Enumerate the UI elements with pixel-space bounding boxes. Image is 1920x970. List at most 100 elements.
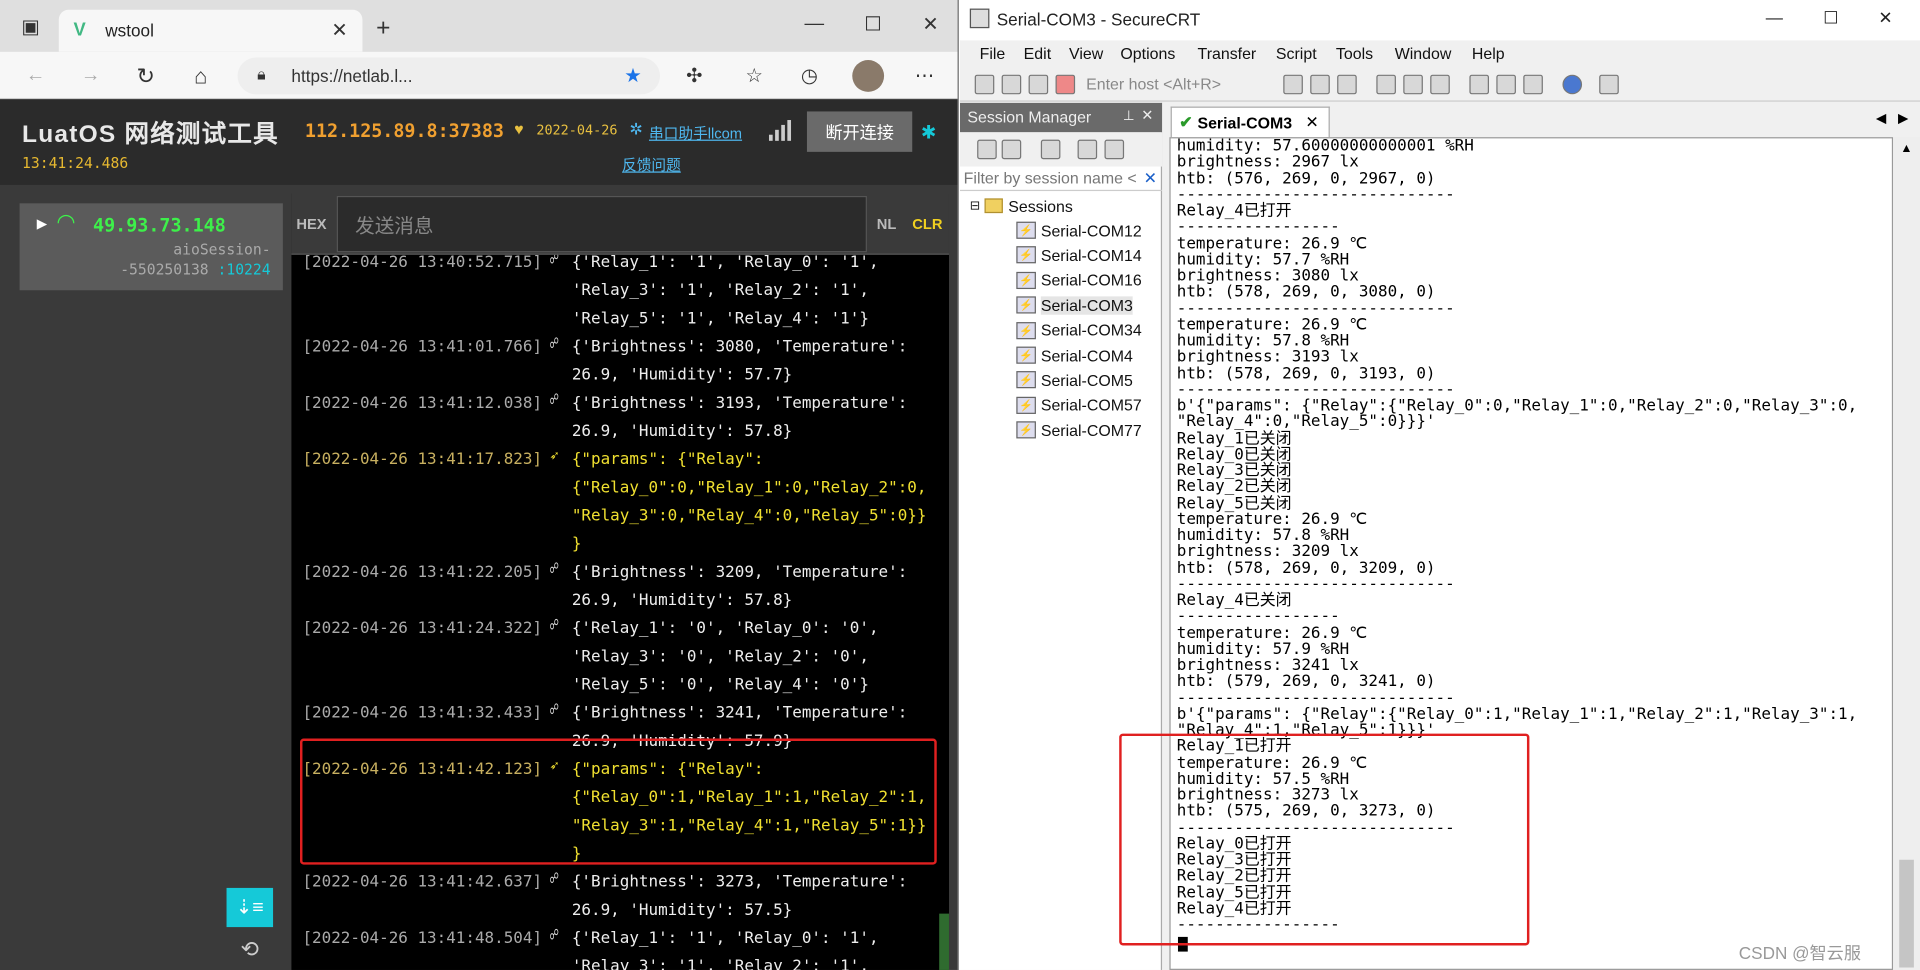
minimize-icon[interactable]: — xyxy=(802,12,826,36)
feedback-link[interactable]: 反馈问题 xyxy=(622,154,681,175)
help-icon[interactable] xyxy=(1562,74,1583,95)
tab-close-icon[interactable]: ✕ xyxy=(331,18,347,42)
menu-window[interactable]: Window xyxy=(1395,44,1452,62)
print-setup-icon[interactable] xyxy=(1430,74,1450,95)
maximize-icon[interactable]: ☐ xyxy=(861,12,885,36)
repeat-button[interactable]: ⟲ xyxy=(227,931,274,968)
tab-actions-icon[interactable]: ▣ xyxy=(17,15,44,39)
serial-session-icon: ⚡ xyxy=(1016,296,1036,314)
menu-tools[interactable]: Tools xyxy=(1336,44,1373,62)
auto-scroll-button[interactable]: ⇣≡ xyxy=(226,887,274,928)
url-text: https://netlab.l... xyxy=(291,66,413,86)
menu-help[interactable]: Help xyxy=(1472,44,1505,62)
session-item[interactable]: ⚡ Serial-COM16 xyxy=(1016,268,1142,292)
script-icon[interactable] xyxy=(1599,74,1619,95)
menu-view[interactable]: View xyxy=(1069,44,1103,62)
menu-file[interactable]: File xyxy=(980,44,1006,62)
check-icon: ✔ xyxy=(1179,112,1193,132)
refresh-icon[interactable]: ↻ xyxy=(132,62,159,89)
new-tab-icon[interactable]: + xyxy=(370,14,397,42)
forward-icon[interactable]: → xyxy=(77,62,104,89)
session-item[interactable]: ⚡ Serial-COM12 xyxy=(1016,218,1142,242)
tab-scroll-right-icon[interactable]: ▶ xyxy=(1898,110,1908,126)
sm-copy-icon[interactable] xyxy=(1104,139,1125,160)
serial-session-icon: ⚡ xyxy=(1016,271,1036,289)
sm-close-icon[interactable]: ✕ xyxy=(1141,107,1153,124)
session-item[interactable]: ⚡ Serial-COM5 xyxy=(1016,368,1133,392)
terminal-tab-bar: ✔ Serial-COM3 ✕ ◀ ▶ xyxy=(1165,102,1920,138)
highlight-box-relay-output xyxy=(1119,733,1530,946)
send-message-input[interactable]: 发送消息 xyxy=(336,195,867,253)
collapse-icon[interactable]: ⊟ xyxy=(970,199,980,212)
crt-maximize-icon[interactable]: ☐ xyxy=(1823,7,1838,28)
bug-icon[interactable]: ✱ xyxy=(921,121,936,143)
expand-arrow-icon[interactable]: ▶ xyxy=(37,216,47,232)
global-options-icon[interactable] xyxy=(1496,74,1516,95)
more-icon[interactable]: ⋯ xyxy=(912,64,936,88)
session-filter-input[interactable]: Filter by session name < ✕ xyxy=(960,167,1163,192)
sm-cut-icon[interactable] xyxy=(1077,139,1098,160)
session-item[interactable]: ⚡ Serial-COM4 xyxy=(1016,343,1133,367)
crt-window-title: Serial-COM3 - SecureCRT xyxy=(996,9,1201,30)
hex-toggle[interactable]: HEX xyxy=(296,216,326,233)
session-card[interactable]: ▶ ◠ 49.93.73.148 aioSession- -550250138 … xyxy=(19,203,283,291)
favorite-star-icon[interactable]: ★ xyxy=(621,64,645,88)
newline-toggle[interactable]: NL xyxy=(877,216,897,233)
paste-icon[interactable] xyxy=(1310,74,1330,95)
terminal-tab-active[interactable]: ✔ Serial-COM3 ✕ xyxy=(1170,106,1330,138)
terminal-scrollbar[interactable]: ▲ xyxy=(1893,137,1920,970)
sm-new-icon[interactable] xyxy=(1001,139,1022,160)
host-input[interactable]: Enter host <Alt+R> xyxy=(1082,71,1266,95)
crt-close-icon[interactable]: ✕ xyxy=(1878,7,1892,28)
menu-options[interactable]: Options xyxy=(1120,44,1175,62)
session-item[interactable]: ⚡ Serial-COM34 xyxy=(1016,318,1142,342)
serial-session-icon: ⚡ xyxy=(1016,246,1036,264)
avatar[interactable] xyxy=(852,60,885,92)
reconnect-icon[interactable] xyxy=(1028,74,1049,95)
connect-icon[interactable] xyxy=(974,74,995,95)
send-bar: HEX 发送消息 NL CLR xyxy=(291,193,949,255)
keymap-icon[interactable] xyxy=(1523,74,1543,95)
session-item[interactable]: ⚡ Serial-COM14 xyxy=(1016,243,1142,267)
history-icon[interactable]: ◷ xyxy=(797,64,821,88)
session-options-icon[interactable] xyxy=(1469,74,1489,95)
clear-button[interactable]: CLR xyxy=(912,216,942,233)
quick-connect-icon[interactable] xyxy=(1001,74,1022,95)
pin-icon[interactable]: ⊥ xyxy=(1123,108,1135,124)
copy-icon[interactable] xyxy=(1283,74,1303,95)
disconnect-button[interactable]: 断开连接 xyxy=(806,111,913,152)
log-scrollbar[interactable] xyxy=(939,913,949,970)
crt-minimize-icon[interactable]: — xyxy=(1766,7,1783,27)
find-icon[interactable] xyxy=(1337,74,1357,95)
session-item[interactable]: ⚡ Serial-COM57 xyxy=(1016,393,1142,417)
url-field[interactable]: 🔒︎ https://netlab.l... xyxy=(237,57,661,95)
scroll-thumb[interactable] xyxy=(1899,859,1914,968)
session-item[interactable]: ⚡ Serial-COM77 xyxy=(1016,418,1142,442)
filter-clear-icon[interactable]: ✕ xyxy=(1144,169,1157,189)
session-item[interactable]: ⚡ Serial-COM3 xyxy=(1016,293,1133,317)
session-item-label: Serial-COM14 xyxy=(1040,246,1142,265)
extensions-icon[interactable]: ✣ xyxy=(682,64,706,88)
back-icon[interactable]: ← xyxy=(22,62,49,89)
close-window-icon[interactable]: ✕ xyxy=(918,12,942,36)
favorites-icon[interactable]: ☆ xyxy=(742,64,766,88)
browser-tab[interactable]: V wstool ✕ xyxy=(58,9,363,52)
print-icon[interactable] xyxy=(1376,74,1396,95)
menu-transfer[interactable]: Transfer xyxy=(1198,44,1257,62)
sm-connect-icon[interactable] xyxy=(977,139,997,160)
menu-edit[interactable]: Edit xyxy=(1024,44,1051,62)
home-icon[interactable]: ⌂ xyxy=(187,62,214,89)
tab-scroll-left-icon[interactable]: ◀ xyxy=(1876,110,1886,126)
terminal-tab-close-icon[interactable]: ✕ xyxy=(1305,113,1318,133)
print-screen-icon[interactable] xyxy=(1403,74,1423,95)
scroll-up-icon[interactable]: ▲ xyxy=(1900,142,1912,155)
log-timestamp: [2022-04-26 13:41:22.205] xyxy=(302,563,543,582)
disconnect-icon[interactable] xyxy=(1055,74,1076,95)
menu-script[interactable]: Script xyxy=(1276,44,1317,62)
sessions-folder[interactable]: ⊟ Sessions xyxy=(970,194,1073,218)
sm-properties-icon[interactable] xyxy=(1040,139,1061,160)
session-filter-placeholder: Filter by session name < xyxy=(963,169,1137,188)
repeat-icon: ⟲ xyxy=(240,936,260,961)
serial-helper-link[interactable]: 串口助手llcom xyxy=(649,122,742,143)
log-timestamp: [2022-04-26 13:41:01.766] xyxy=(302,337,543,357)
